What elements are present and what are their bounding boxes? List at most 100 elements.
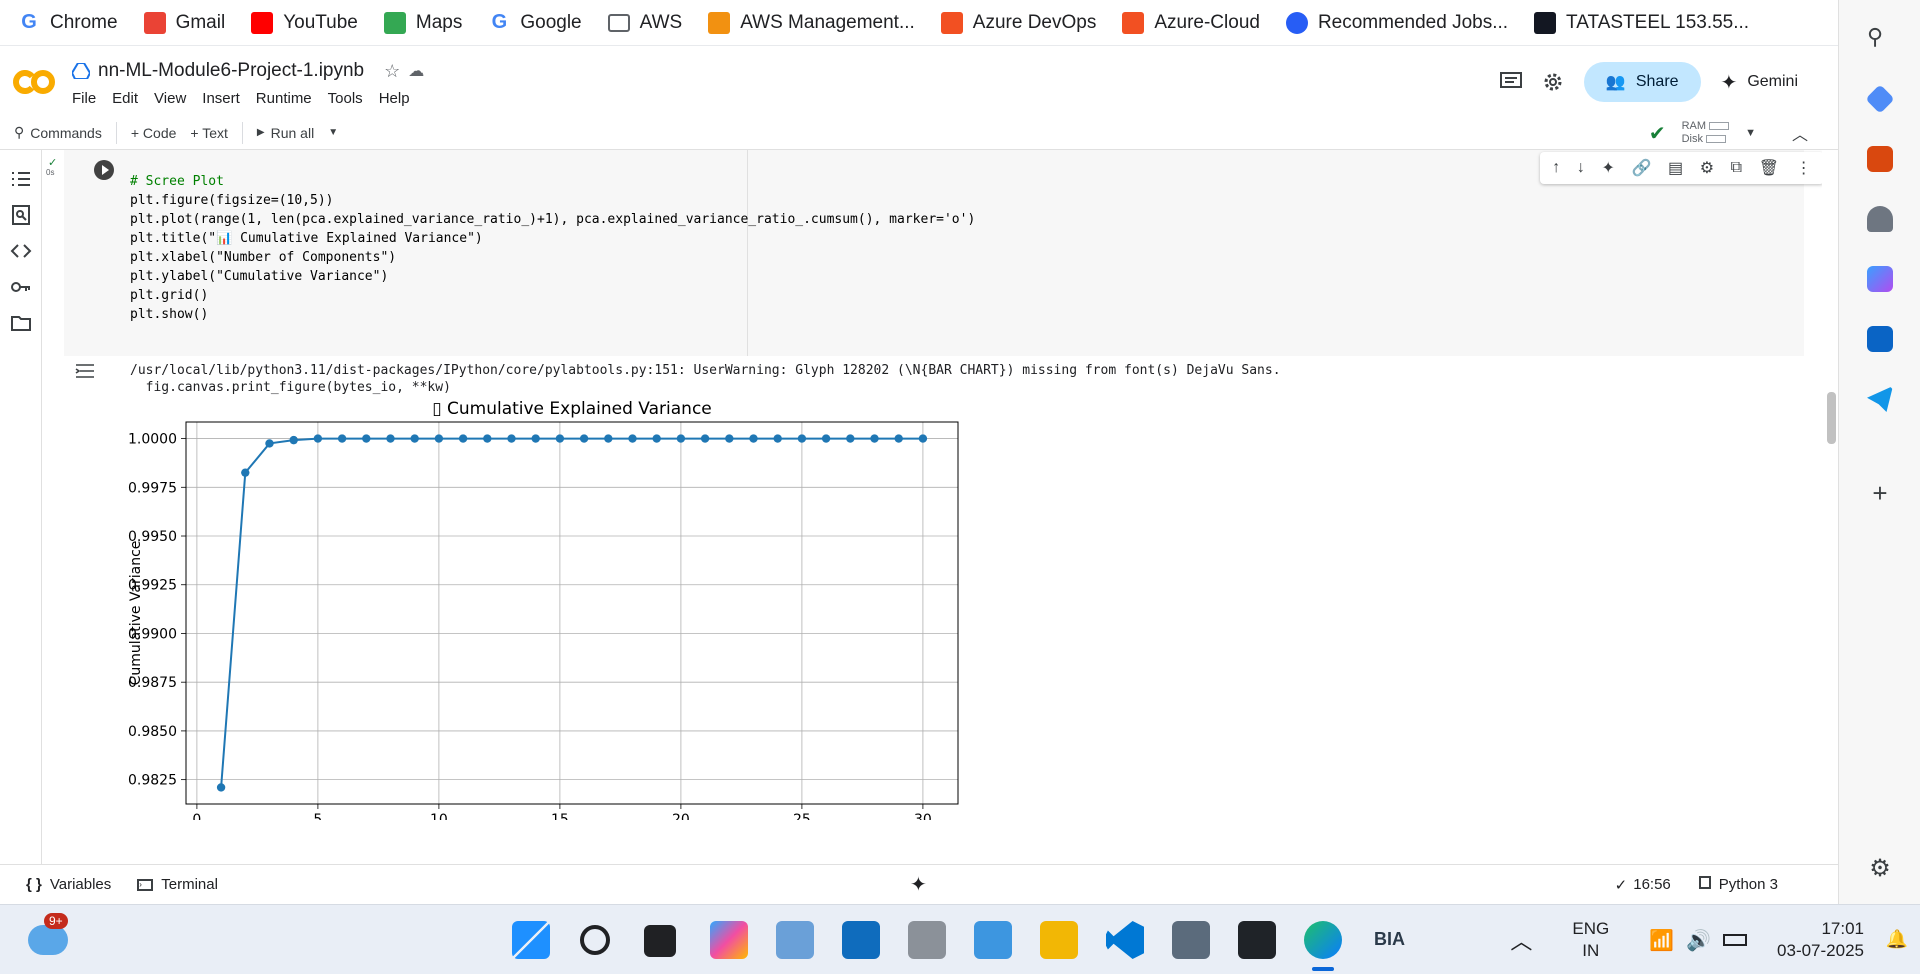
weather-cloud-icon[interactable] — [28, 925, 68, 955]
chevron-down-icon[interactable]: ▼ — [328, 127, 338, 138]
bookmark-item[interactable]: Maps — [383, 8, 462, 38]
telegram-icon[interactable] — [1867, 386, 1893, 412]
add-code-button[interactable]: + Code — [131, 125, 177, 141]
battery-icon[interactable] — [1723, 934, 1748, 946]
add-text-button[interactable]: + Text — [190, 125, 228, 141]
menu-help[interactable]: Help — [379, 90, 410, 107]
sidebar-settings-gear-icon[interactable]: ⚙ — [1867, 856, 1893, 882]
games-chess-icon[interactable] — [1867, 206, 1893, 232]
menu-edit[interactable]: Edit — [112, 90, 138, 107]
bookmark-item[interactable]: G Chrome — [18, 8, 117, 38]
bookmark-item[interactable]: TATASTEEL 153.55... — [1534, 8, 1749, 38]
variables-button[interactable]: { } Variables — [26, 876, 111, 893]
settings-gear-icon[interactable] — [1542, 71, 1564, 93]
language-indicator[interactable]: ENG IN — [1572, 918, 1609, 962]
wifi-icon[interactable]: 📶 — [1649, 928, 1674, 953]
comments-icon[interactable] — [1499, 72, 1522, 92]
table-of-contents-icon[interactable] — [10, 168, 32, 190]
cloud-icon[interactable]: ☁ — [408, 61, 424, 81]
terminal-button[interactable]: › Terminal — [137, 876, 218, 893]
menu-insert[interactable]: Insert — [202, 90, 240, 107]
cell-settings-gear-icon[interactable]: ⚙ — [1700, 158, 1714, 178]
menu-runtime[interactable]: Runtime — [256, 90, 312, 107]
edge-browser-icon[interactable] — [1304, 921, 1342, 959]
cell-output: /usr/local/lib/python3.11/dist-packages/… — [64, 356, 1804, 864]
commands-button[interactable]: ⚲ Commands — [14, 124, 102, 141]
code-text[interactable]: # Scree Plot plt.figure(figsize=(10,5)) … — [130, 172, 975, 324]
comment-icon[interactable]: ▤ — [1668, 158, 1683, 178]
gemini-sparkle-icon[interactable]: ✦ — [1601, 158, 1614, 178]
windows-start-icon[interactable] — [512, 921, 550, 959]
add-plus-icon[interactable]: + — [1867, 480, 1893, 506]
delete-trash-icon[interactable]: 🗑 — [1759, 158, 1779, 178]
terminal-app-icon[interactable] — [1238, 921, 1276, 959]
output-actions-icon[interactable] — [74, 362, 96, 380]
vertical-scrollbar[interactable] — [1824, 150, 1838, 864]
variables-label: Variables — [49, 876, 112, 893]
clock[interactable]: 17:01 03-07-2025 — [1777, 918, 1864, 962]
scrollbar-thumb[interactable] — [1827, 392, 1836, 444]
bookmark-item[interactable]: G Google — [488, 8, 582, 38]
files-folder-icon[interactable] — [10, 312, 32, 334]
file-explorer-folder-icon[interactable] — [1040, 921, 1078, 959]
link-icon[interactable]: 🔗 — [1631, 158, 1651, 178]
bookmark-item[interactable]: Azure-Cloud — [1122, 8, 1260, 38]
move-up-arrow-icon[interactable]: ↑ — [1552, 159, 1560, 177]
tray-chevron-up-icon[interactable]: ︿ — [1510, 924, 1532, 956]
shopping-tag-icon[interactable] — [1865, 84, 1895, 114]
secrets-key-icon[interactable] — [10, 276, 32, 298]
last-run-status[interactable]: ✓ 16:56 — [1615, 876, 1671, 894]
task-view-icon[interactable] — [644, 925, 676, 957]
run-cell-button[interactable] — [94, 160, 114, 180]
move-down-arrow-icon[interactable]: ↓ — [1577, 159, 1585, 177]
code-snippets-icon[interactable] — [10, 240, 32, 262]
mirror-cell-icon[interactable]: ⧉ — [1731, 159, 1742, 177]
gmail-icon — [143, 11, 166, 34]
star-icon[interactable]: ☆ — [384, 61, 400, 82]
ram-label: RAM — [1681, 120, 1707, 132]
data-point — [458, 434, 468, 443]
copilot-app-icon[interactable] — [710, 921, 748, 959]
colab-logo-icon[interactable] — [12, 64, 56, 100]
cell-gutter: ✓ 0s — [42, 150, 64, 864]
collapse-chevron-up-icon[interactable]: ︿ — [1792, 121, 1808, 145]
tools-briefcase-icon[interactable] — [1867, 146, 1893, 172]
vscode-icon[interactable] — [1106, 921, 1144, 959]
copilot-icon[interactable] — [1867, 266, 1893, 292]
remote-desktop-icon[interactable] — [776, 921, 814, 959]
bookmark-item[interactable]: AWS — [607, 8, 682, 38]
menu-file[interactable]: File — [72, 90, 96, 107]
more-vert-icon[interactable]: ⋮ — [1796, 158, 1812, 178]
bookmark-item[interactable]: Gmail — [143, 8, 225, 38]
data-point — [652, 434, 661, 443]
gemini-button[interactable]: ✦ Gemini — [1721, 70, 1798, 95]
network-tool-icon[interactable] — [1172, 921, 1210, 959]
kernel-status[interactable]: Python 3 — [1698, 876, 1778, 893]
bookmark-item[interactable]: YouTube — [251, 8, 358, 38]
run-all-button[interactable]: ▶ Run all ▼ — [257, 125, 338, 141]
system-monitor-icon[interactable] — [974, 921, 1012, 959]
bia-app[interactable]: BIA — [1374, 929, 1405, 950]
kernel-box-icon — [1698, 876, 1711, 889]
bookmark-item[interactable]: Recommended Jobs... — [1285, 8, 1508, 38]
gemini-center-sparkle-icon[interactable]: ✦ — [910, 872, 927, 897]
microsoft-store-icon[interactable] — [842, 921, 880, 959]
resource-indicator[interactable]: RAM Disk — [1682, 120, 1730, 146]
warning-text: /usr/local/lib/python3.11/dist-packages/… — [130, 362, 1281, 396]
menu-tools[interactable]: Tools — [328, 90, 363, 107]
share-button[interactable]: 👥 Share — [1583, 62, 1701, 102]
find-replace-icon[interactable] — [10, 204, 32, 226]
search-icon[interactable]: ⚲ — [1867, 24, 1893, 50]
data-point — [894, 434, 903, 443]
calculator-icon[interactable] — [908, 921, 946, 959]
bookmark-item[interactable]: AWS Management... — [708, 8, 915, 38]
outlook-icon[interactable] — [1867, 326, 1893, 352]
notification-bell-icon[interactable]: 🔔 — [1886, 929, 1908, 950]
notebook-title[interactable]: nn-ML-Module6-Project-1.ipynb — [98, 60, 364, 82]
code-cell[interactable]: # Scree Plot plt.figure(figsize=(10,5)) … — [64, 150, 1822, 356]
volume-icon[interactable]: 🔊 — [1686, 928, 1711, 953]
taskbar-search-icon[interactable] — [580, 925, 610, 955]
bookmark-item[interactable]: Azure DevOps — [940, 8, 1096, 38]
menu-view[interactable]: View — [154, 90, 186, 107]
runtime-dropdown-icon[interactable]: ▼ — [1745, 127, 1756, 139]
